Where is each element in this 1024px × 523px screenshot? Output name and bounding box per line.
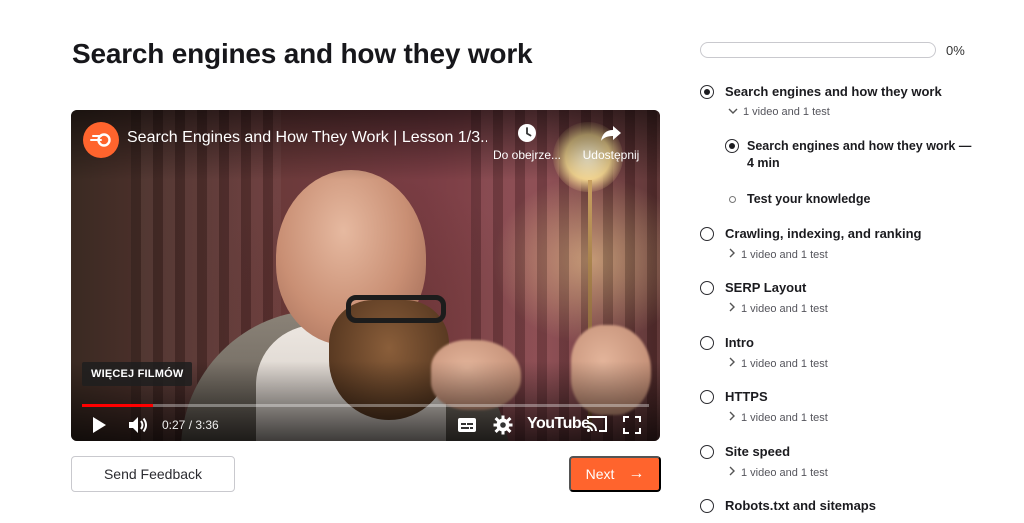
more-videos-button[interactable]: WIĘCEJ FILMÓW bbox=[82, 362, 193, 386]
volume-button[interactable] bbox=[127, 415, 149, 435]
lesson-radio[interactable] bbox=[700, 85, 714, 99]
lesson-meta[interactable]: 1 video and 1 test bbox=[728, 466, 828, 479]
course-progress-bar bbox=[700, 42, 936, 58]
send-feedback-button[interactable]: Send Feedback bbox=[71, 456, 235, 492]
video-player[interactable]: Search Engines and How They Work | Lesso… bbox=[71, 110, 660, 441]
lesson-meta[interactable]: 1 video and 1 test bbox=[728, 302, 828, 315]
subitem-title[interactable]: Search engines and how they work — 4 min bbox=[747, 138, 977, 172]
lesson-radio[interactable] bbox=[700, 227, 714, 241]
cast-button[interactable] bbox=[586, 415, 608, 433]
subitem-title[interactable]: Test your knowledge bbox=[747, 191, 977, 208]
settings-button[interactable] bbox=[493, 415, 513, 435]
lesson-meta-text: 1 video and 1 test bbox=[741, 411, 828, 424]
lesson-title[interactable]: Search engines and how they work bbox=[725, 84, 942, 99]
share-label: Udostępnij bbox=[582, 148, 640, 162]
time-display: 0:27 / 3:36 bbox=[162, 418, 219, 432]
play-icon bbox=[93, 417, 106, 433]
chevron-right-icon bbox=[728, 248, 736, 261]
watch-later-button[interactable]: Do obejrze... bbox=[489, 122, 565, 162]
settings-gear-icon bbox=[493, 415, 513, 435]
clock-icon bbox=[489, 122, 565, 144]
play-button[interactable] bbox=[91, 416, 107, 434]
lesson-title[interactable]: Site speed bbox=[725, 444, 790, 459]
chevron-down-icon bbox=[728, 106, 738, 118]
subitem-dot-icon bbox=[729, 196, 736, 203]
subtitles-icon bbox=[458, 418, 476, 432]
share-icon bbox=[573, 122, 649, 144]
next-button-label: Next bbox=[585, 466, 615, 482]
share-button[interactable]: Udostępnij bbox=[573, 122, 649, 162]
lesson-radio[interactable] bbox=[700, 336, 714, 350]
chevron-right-icon bbox=[728, 302, 736, 315]
lesson-meta-text: 1 video and 1 test bbox=[741, 357, 828, 370]
lesson-title[interactable]: Robots.txt and sitemaps bbox=[725, 498, 876, 513]
player-controls: 0:27 / 3:36 YouTube bbox=[71, 410, 660, 440]
volume-icon bbox=[129, 417, 147, 433]
lesson-meta-text: 1 video and 1 test bbox=[743, 106, 830, 118]
lesson-meta-text: 1 video and 1 test bbox=[741, 466, 828, 479]
lesson-meta[interactable]: 1 video and 1 test bbox=[728, 106, 830, 118]
lesson-meta-text: 1 video and 1 test bbox=[741, 248, 828, 261]
video-progress-bar[interactable] bbox=[82, 404, 649, 407]
fullscreen-button[interactable] bbox=[623, 416, 641, 434]
video-title[interactable]: Search Engines and How They Work | Lesso… bbox=[127, 129, 487, 147]
video-progress-fill bbox=[82, 404, 153, 407]
chevron-right-icon bbox=[728, 357, 736, 370]
lesson-title[interactable]: SERP Layout bbox=[725, 280, 806, 295]
youtube-logo[interactable]: YouTube bbox=[527, 415, 590, 433]
speaker-glasses bbox=[346, 295, 446, 323]
subitem-radio[interactable] bbox=[725, 139, 739, 153]
lesson-radio[interactable] bbox=[700, 281, 714, 295]
lesson-meta[interactable]: 1 video and 1 test bbox=[728, 357, 828, 370]
cast-icon bbox=[587, 416, 607, 432]
page-title: Search engines and how they work bbox=[72, 38, 533, 69]
lesson-radio[interactable] bbox=[700, 499, 714, 513]
lesson-meta[interactable]: 1 video and 1 test bbox=[728, 411, 828, 424]
lesson-meta[interactable]: 1 video and 1 test bbox=[728, 248, 828, 261]
lesson-radio[interactable] bbox=[700, 445, 714, 459]
lesson-meta-text: 1 video and 1 test bbox=[741, 302, 828, 315]
chevron-right-icon bbox=[728, 466, 736, 479]
next-button[interactable]: Next → bbox=[569, 456, 661, 492]
lesson-radio[interactable] bbox=[700, 390, 714, 404]
lesson-title[interactable]: Intro bbox=[725, 335, 754, 350]
chevron-right-icon bbox=[728, 411, 736, 424]
watch-later-label: Do obejrze... bbox=[492, 148, 562, 162]
fullscreen-icon bbox=[623, 416, 641, 434]
lesson-title[interactable]: Crawling, indexing, and ranking bbox=[725, 226, 921, 241]
arrow-right-icon: → bbox=[628, 465, 645, 482]
semrush-channel-icon[interactable] bbox=[83, 122, 119, 158]
subtitles-button[interactable] bbox=[457, 417, 477, 433]
lesson-title[interactable]: HTTPS bbox=[725, 389, 768, 404]
course-progress-percent: 0% bbox=[946, 43, 965, 58]
